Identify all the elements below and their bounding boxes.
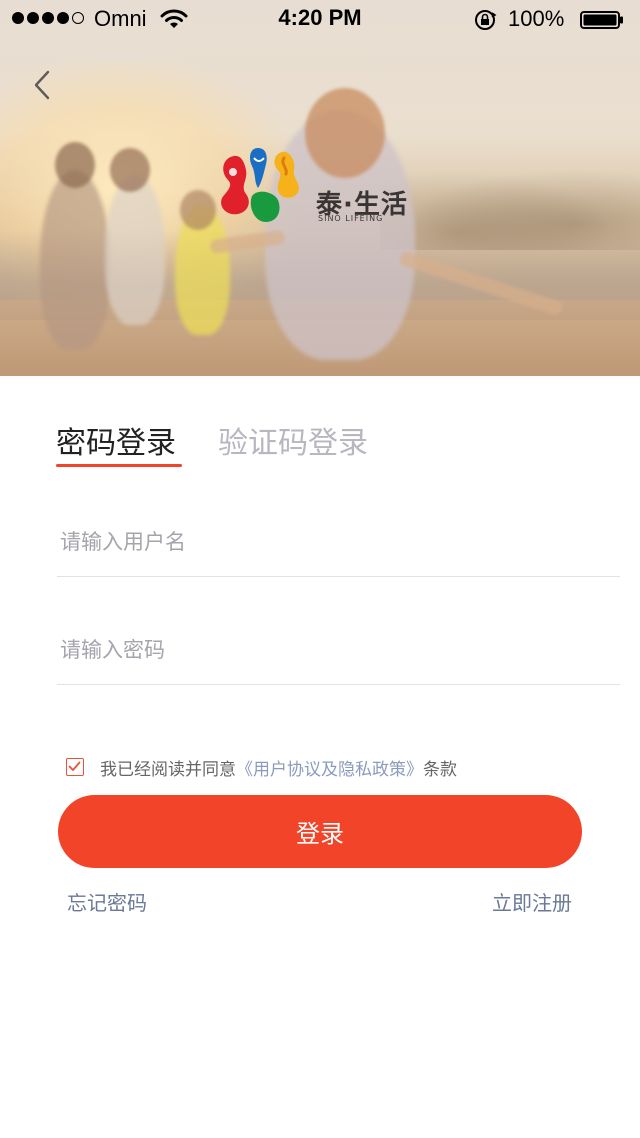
family-figure xyxy=(105,175,165,325)
agreement-suffix: 条款 xyxy=(423,760,457,780)
password-input[interactable] xyxy=(57,616,620,685)
active-tab-indicator xyxy=(56,464,182,467)
forgot-password-link[interactable]: 忘记密码 xyxy=(67,887,147,916)
tab-password-login[interactable]: 密码登录 xyxy=(56,418,176,462)
rotation-lock-icon xyxy=(475,10,497,30)
login-screen: Omni 4:20 PM 100% 泰·生活 SINO LIFEING 密码登录… xyxy=(0,0,640,1138)
chevron-left-icon xyxy=(34,70,50,100)
back-button[interactable] xyxy=(22,62,62,106)
family-figure-head xyxy=(55,142,95,188)
agreement-prefix: 我已经阅读并同意 xyxy=(100,760,236,780)
brand-name-en: SINO LIFEING xyxy=(318,214,384,223)
brand-logo-mark xyxy=(221,148,299,222)
tab-code-login[interactable]: 验证码登录 xyxy=(218,418,368,462)
agreement-policy-link[interactable]: 《用户协议及隐私政策》 xyxy=(236,760,423,780)
login-button[interactable]: 登录 xyxy=(58,795,582,868)
family-figure-head xyxy=(110,148,150,192)
brand-logo: 泰·生活 SINO LIFEING xyxy=(218,142,428,232)
agreement-text: 我已经阅读并同意《用户协议及隐私政策》条款 xyxy=(100,755,457,780)
register-link[interactable]: 立即注册 xyxy=(492,887,572,916)
status-bar: Omni 4:20 PM 100% xyxy=(0,0,640,40)
battery-icon xyxy=(580,11,623,29)
family-figure-head xyxy=(180,190,216,230)
username-input[interactable] xyxy=(57,508,620,577)
agreement-checkbox[interactable] xyxy=(66,758,84,776)
checkmark-icon xyxy=(68,761,81,771)
battery-percentage: 100% xyxy=(508,6,565,31)
family-figure xyxy=(40,170,110,350)
